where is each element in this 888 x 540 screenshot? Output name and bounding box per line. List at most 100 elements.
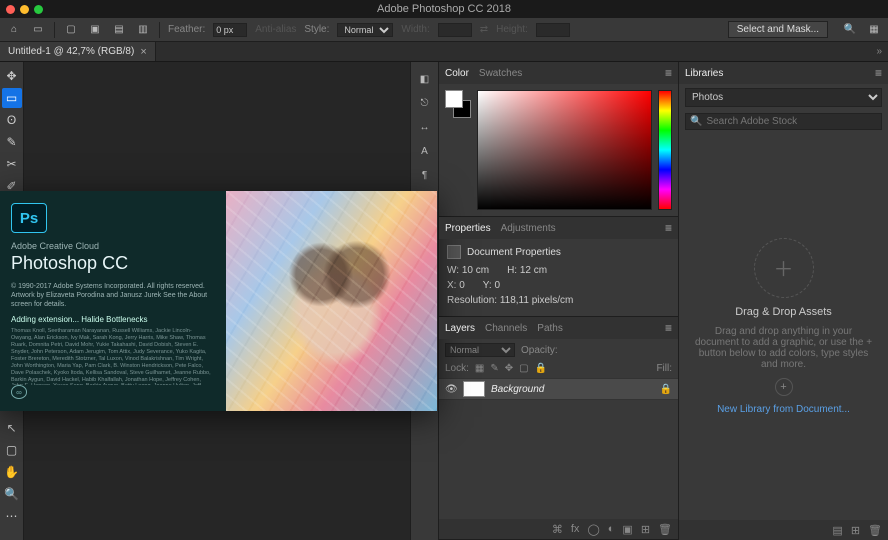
layer-lock-icon[interactable]: 🔒: [660, 384, 672, 395]
prop-res-value[interactable]: 118,11 pixels/cm: [500, 295, 574, 306]
swap-wh-icon: ⇄: [480, 24, 488, 35]
new-library-link[interactable]: New Library from Document...: [717, 404, 850, 415]
adjustment-layer-icon[interactable]: ◐: [608, 523, 615, 535]
add-asset-icon[interactable]: +: [775, 378, 793, 396]
select-and-mask-button[interactable]: Select and Mask...: [728, 21, 828, 38]
search-icon: 🔍: [690, 116, 702, 127]
splash-loading-text: Adding extension... Halide Bottlenecks: [11, 315, 212, 324]
library-add-icon[interactable]: ⊞: [851, 524, 860, 537]
antialias-label: Anti-alias: [255, 24, 296, 35]
drop-target-icon[interactable]: ＋: [754, 238, 814, 298]
document-tabstrip: Untitled-1 @ 42,7% (RGB/8) × »: [0, 42, 888, 62]
close-window-icon[interactable]: [6, 5, 15, 14]
workspace-switcher-icon[interactable]: ▦: [866, 22, 882, 38]
home-icon[interactable]: ⌂: [6, 22, 22, 38]
lock-transparency-icon[interactable]: ▦: [475, 363, 484, 374]
library-delete-icon[interactable]: 🗑: [868, 524, 882, 537]
layer-fx-icon[interactable]: fx: [571, 523, 580, 535]
link-layers-icon[interactable]: ⌘: [552, 523, 563, 536]
hand-tool[interactable]: ✋: [2, 462, 22, 482]
library-search-input[interactable]: [706, 116, 877, 127]
tab-channels[interactable]: Channels: [485, 323, 527, 334]
panel-menu-icon[interactable]: ≡: [665, 221, 672, 235]
layer-group-icon[interactable]: ▣: [622, 523, 632, 536]
lock-artboard-icon[interactable]: ▢: [519, 363, 528, 374]
canvas-area[interactable]: Ps Adobe Creative Cloud Photoshop CC © 1…: [24, 62, 410, 540]
layer-mask-icon[interactable]: ◯: [587, 523, 599, 536]
layer-thumbnail[interactable]: [463, 381, 485, 397]
lock-all-icon[interactable]: 🔒: [535, 363, 547, 374]
expand-tabs-icon[interactable]: »: [876, 46, 882, 57]
height-input: [536, 23, 570, 37]
lock-position-icon[interactable]: ✥: [505, 363, 513, 374]
library-search[interactable]: 🔍: [685, 113, 882, 130]
tab-color[interactable]: Color: [445, 68, 469, 79]
fg-bg-swatch[interactable]: [445, 90, 471, 210]
layer-name[interactable]: Background: [491, 384, 654, 395]
window-titlebar: Adobe Photoshop CC 2018: [0, 0, 888, 18]
prop-x-label: X:: [447, 280, 456, 291]
collapsed-panel-icon-1[interactable]: ⎋: [416, 94, 434, 112]
lock-pixels-icon[interactable]: ✎: [490, 363, 498, 374]
prop-y-label: Y:: [483, 280, 492, 291]
selection-add-icon[interactable]: ▣: [87, 22, 103, 38]
color-field[interactable]: [477, 90, 652, 210]
collapsed-panel-icon-2[interactable]: ↔: [416, 118, 434, 136]
panel-menu-icon[interactable]: ≡: [665, 66, 672, 80]
layer-visibility-icon[interactable]: 👁: [445, 384, 457, 395]
collapsed-panel-icon-4[interactable]: ¶: [416, 166, 434, 184]
ps-logo-icon: Ps: [11, 203, 47, 233]
crop-tool[interactable]: ✂: [2, 154, 22, 174]
maximize-window-icon[interactable]: [34, 5, 43, 14]
panel-menu-icon[interactable]: ≡: [875, 66, 882, 80]
library-select[interactable]: Photos: [685, 88, 882, 107]
tab-adjustments[interactable]: Adjustments: [501, 223, 556, 234]
prop-x-value[interactable]: 0: [459, 280, 465, 291]
fill-label: Fill:: [656, 363, 672, 374]
prop-w-value[interactable]: 10 cm: [462, 265, 489, 276]
minimize-window-icon[interactable]: [20, 5, 29, 14]
document-tab[interactable]: Untitled-1 @ 42,7% (RGB/8) ×: [0, 42, 156, 61]
prop-y-value[interactable]: 0: [494, 280, 500, 291]
panel-menu-icon[interactable]: ≡: [665, 321, 672, 335]
search-icon[interactable]: 🔍: [842, 22, 858, 38]
delete-layer-icon[interactable]: 🗑: [658, 523, 672, 536]
opacity-label: Opacity:: [521, 345, 558, 356]
shape-tool[interactable]: ▢: [2, 440, 22, 460]
close-tab-icon[interactable]: ×: [140, 46, 146, 58]
collapsed-panel-icon-0[interactable]: ◧: [416, 70, 434, 88]
new-layer-icon[interactable]: ⊞: [641, 523, 650, 536]
libraries-drop-title: Drag & Drop Assets: [735, 306, 832, 318]
blend-mode-select[interactable]: Normal: [445, 343, 515, 357]
selection-subtract-icon[interactable]: ▤: [111, 22, 127, 38]
libraries-drop-body: Drag and drop anything in your document …: [693, 326, 874, 370]
properties-heading: Document Properties: [467, 247, 561, 258]
quick-select-tool[interactable]: ✎: [2, 132, 22, 152]
tab-layers[interactable]: Layers: [445, 323, 475, 334]
width-input: [438, 23, 472, 37]
foreground-color[interactable]: [445, 90, 463, 108]
selection-intersect-icon[interactable]: ▥: [135, 22, 151, 38]
prop-h-value[interactable]: 12 cm: [520, 265, 547, 276]
tab-swatches[interactable]: Swatches: [479, 68, 522, 79]
height-label: Height:: [496, 24, 528, 35]
move-tool[interactable]: ✥: [2, 66, 22, 86]
zoom-tool[interactable]: 🔍: [2, 484, 22, 504]
splash-screen: Ps Adobe Creative Cloud Photoshop CC © 1…: [0, 191, 437, 411]
hue-slider[interactable]: [658, 90, 672, 210]
edit-toolbar[interactable]: ⋯: [2, 506, 22, 526]
tab-paths[interactable]: Paths: [537, 323, 563, 334]
splash-cc-line: Adobe Creative Cloud: [11, 241, 212, 251]
path-tool[interactable]: ↖: [2, 418, 22, 438]
tab-properties[interactable]: Properties: [445, 223, 491, 234]
style-select[interactable]: Normal: [337, 23, 393, 37]
marquee-tool[interactable]: ▭: [2, 88, 22, 108]
lasso-tool[interactable]: ʘ: [2, 110, 22, 130]
selection-new-icon[interactable]: ▢: [63, 22, 79, 38]
library-view-icon[interactable]: ▤: [832, 524, 842, 537]
tool-preset-icon[interactable]: ▭: [30, 22, 46, 38]
layer-row[interactable]: 👁 Background 🔒: [439, 378, 678, 400]
feather-input[interactable]: [213, 23, 247, 37]
tab-libraries[interactable]: Libraries: [685, 68, 723, 79]
collapsed-panel-icon-3[interactable]: A: [416, 142, 434, 160]
